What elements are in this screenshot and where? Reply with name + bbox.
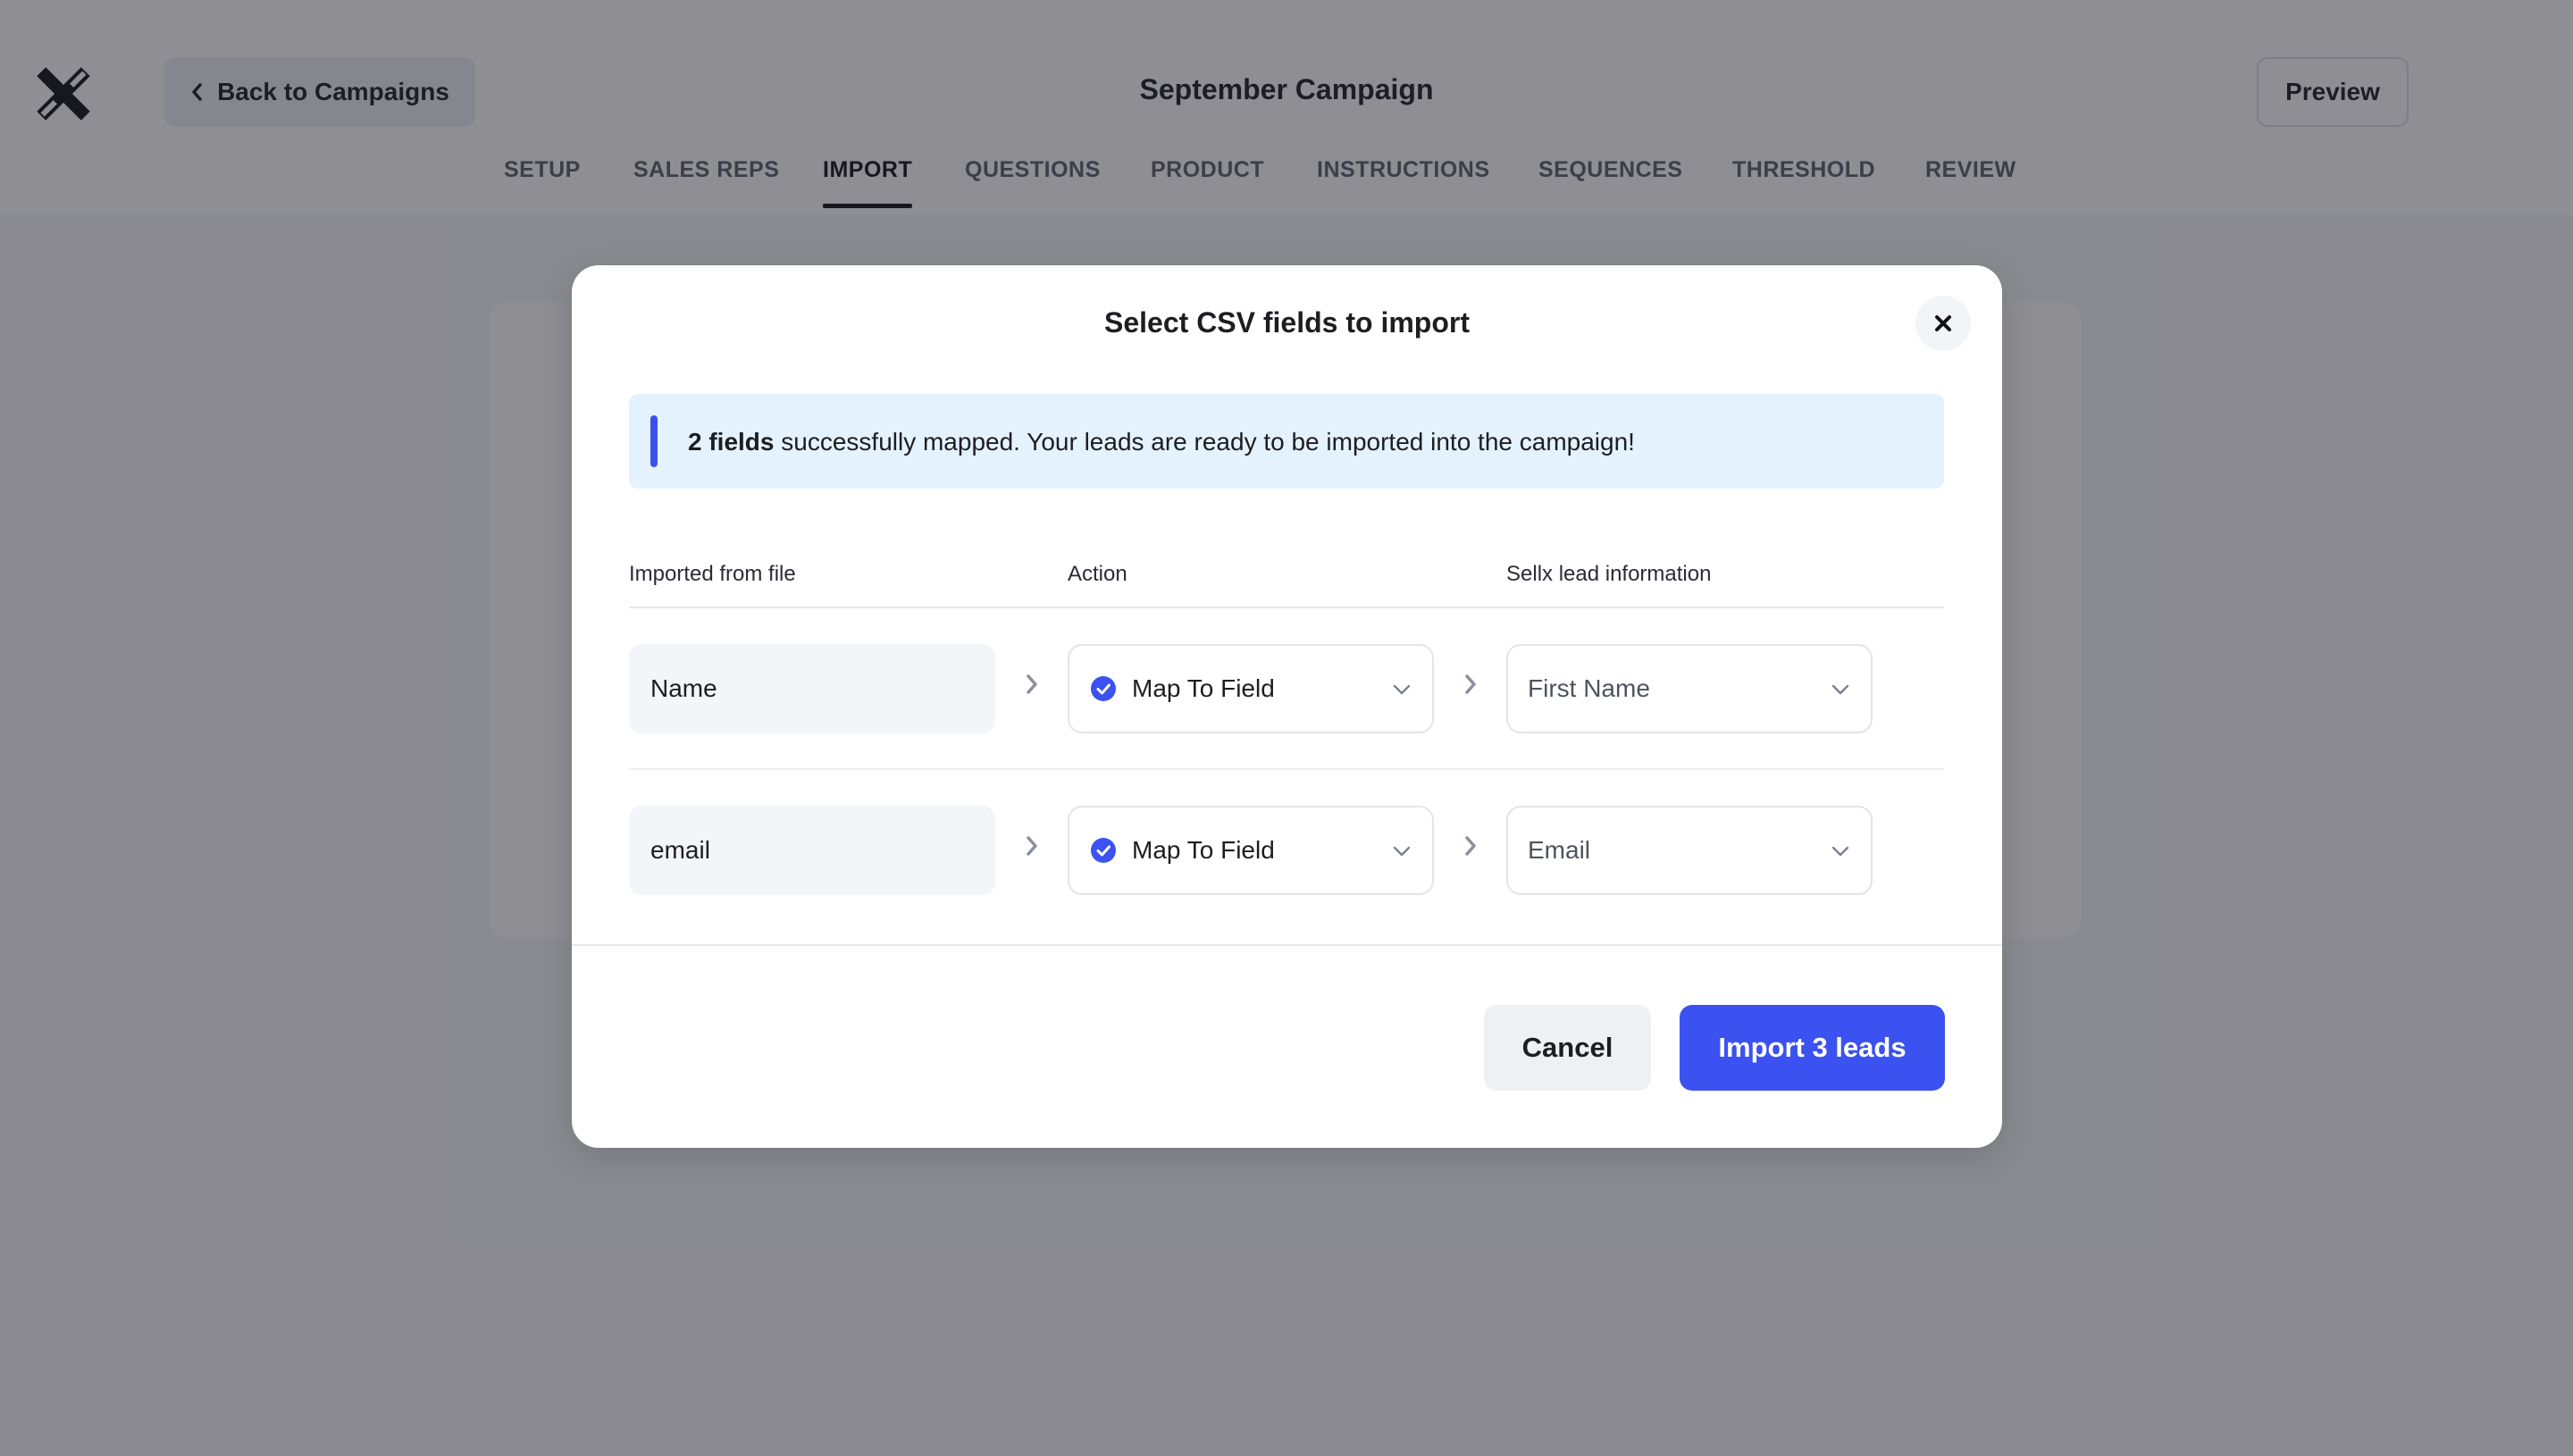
action-select[interactable]: Map To Field: [1068, 644, 1434, 733]
action-select-value: Map To Field: [1132, 836, 1275, 864]
check-circle-icon: [1091, 676, 1116, 701]
success-banner: 2 fields successfully mapped. Your leads…: [629, 394, 1944, 489]
column-header-target: Sellx lead information: [1506, 562, 1712, 586]
chevron-right-icon: [1465, 836, 1476, 856]
column-header-source: Imported from file: [629, 562, 796, 586]
csv-import-modal: Select CSV fields to import 2 fields suc…: [572, 265, 2002, 1148]
footer-divider: [572, 944, 2002, 946]
banner-message: 2 fields successfully mapped. Your leads…: [688, 428, 1635, 456]
row-divider: [629, 768, 1944, 770]
chevron-down-icon: [1393, 846, 1411, 857]
check-circle-icon: [1091, 838, 1116, 863]
close-icon: [1935, 315, 1951, 331]
chevron-down-icon: [1393, 684, 1411, 695]
banner-accent-bar: [650, 415, 658, 467]
chevron-right-icon: [1027, 836, 1037, 856]
import-leads-button[interactable]: Import 3 leads: [1680, 1005, 1945, 1091]
action-select-value: Map To Field: [1132, 674, 1275, 702]
banner-text: successfully mapped. Your leads are read…: [774, 428, 1635, 456]
chevron-down-icon: [1831, 684, 1849, 695]
header-divider: [629, 607, 1944, 608]
source-field: email: [629, 806, 995, 895]
target-select-value: First Name: [1528, 674, 1650, 702]
chevron-down-icon: [1831, 846, 1849, 857]
target-field-select[interactable]: First Name: [1506, 644, 1873, 733]
action-select[interactable]: Map To Field: [1068, 806, 1434, 895]
cancel-button[interactable]: Cancel: [1484, 1005, 1651, 1091]
source-field: Name: [629, 644, 995, 733]
chevron-right-icon: [1465, 674, 1476, 694]
chevron-right-icon: [1027, 674, 1037, 694]
close-button[interactable]: [1915, 296, 1971, 351]
target-field-select[interactable]: Email: [1506, 806, 1873, 895]
target-select-value: Email: [1528, 836, 1591, 864]
column-header-action: Action: [1068, 562, 1127, 586]
banner-bold-count: 2 fields: [688, 428, 775, 456]
modal-title: Select CSV fields to import: [1104, 306, 1470, 339]
